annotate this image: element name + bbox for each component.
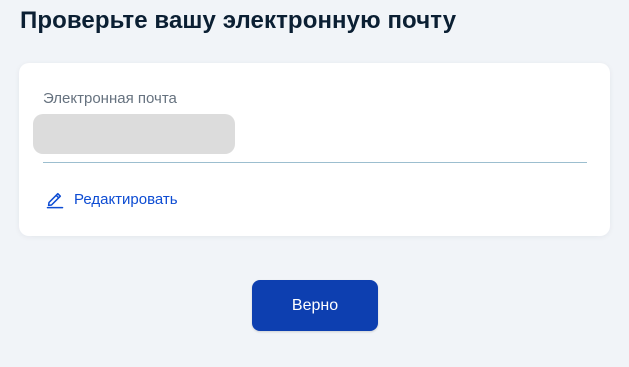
pencil-icon <box>45 189 65 209</box>
page-title: Проверьте вашу электронную почту <box>20 7 457 34</box>
email-field-label: Электронная почта <box>43 90 177 107</box>
email-field-value <box>33 114 235 154</box>
confirm-button[interactable]: Верно <box>252 280 378 331</box>
edit-email-link[interactable]: Редактировать <box>45 189 178 209</box>
email-card: Электронная почта Редактировать <box>19 63 610 236</box>
edit-email-label: Редактировать <box>74 190 178 208</box>
field-divider <box>43 162 587 163</box>
